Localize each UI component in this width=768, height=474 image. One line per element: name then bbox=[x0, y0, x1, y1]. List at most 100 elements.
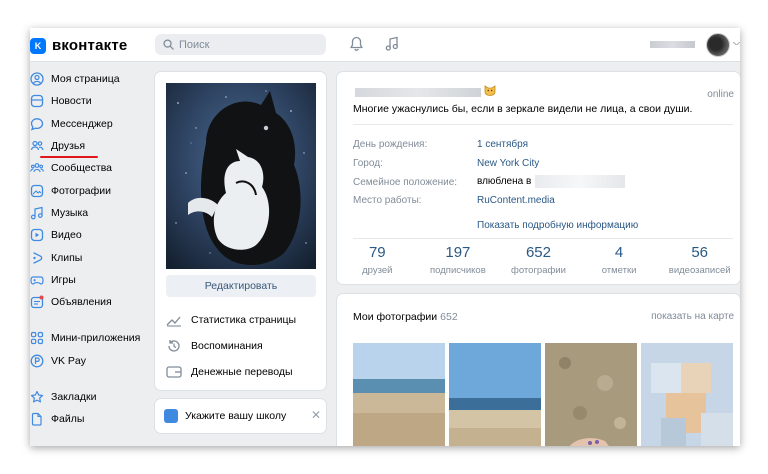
online-status: online bbox=[707, 89, 734, 100]
photos-count: 652 bbox=[440, 311, 458, 323]
nav-messenger[interactable]: Мессенджер bbox=[30, 113, 148, 135]
photo-thumbnail[interactable] bbox=[545, 343, 637, 446]
close-icon[interactable]: ✕ bbox=[311, 408, 321, 422]
profile-photo[interactable] bbox=[166, 83, 316, 269]
photo-thumbnail[interactable] bbox=[353, 343, 445, 446]
chat-icon bbox=[30, 117, 44, 131]
nav-files[interactable]: Файлы bbox=[30, 408, 148, 430]
file-icon bbox=[31, 413, 42, 426]
divider bbox=[353, 238, 733, 239]
nav-friends[interactable]: Друзья bbox=[30, 135, 148, 157]
nav-label: Закладки bbox=[51, 391, 97, 403]
nav-vk-pay[interactable]: VK Pay bbox=[30, 350, 148, 372]
music-icon bbox=[30, 206, 43, 220]
counter-value: 56 bbox=[691, 244, 709, 261]
transfer-icon bbox=[166, 366, 182, 378]
profile-counters: 79 друзей 197 подписчиков 652 фотографии 4 о… bbox=[337, 244, 740, 284]
photo-thumbnail[interactable] bbox=[641, 343, 733, 446]
clips-icon bbox=[33, 251, 43, 264]
nav-separator bbox=[30, 313, 148, 327]
birthday-label: День рождения: bbox=[353, 139, 428, 150]
counter-value: 652 bbox=[525, 244, 551, 261]
nav-mini-apps[interactable]: Мини-приложения bbox=[30, 327, 148, 349]
relationship-text: влюблена в bbox=[477, 176, 532, 188]
counter-friends[interactable]: 79 друзей bbox=[337, 244, 418, 284]
search-box[interactable] bbox=[155, 34, 326, 55]
workplace-value[interactable]: RuContent.media bbox=[477, 195, 555, 206]
nav-my-page[interactable]: Моя страница bbox=[30, 68, 148, 90]
cat-emoji-icon bbox=[484, 85, 496, 96]
nav-label: Фотографии bbox=[51, 184, 112, 197]
money-transfers-link[interactable]: Денежные переводы bbox=[166, 365, 293, 379]
counter-value: 197 bbox=[445, 244, 471, 261]
search-icon bbox=[163, 39, 174, 50]
nav-clips[interactable]: Клипы bbox=[30, 246, 148, 268]
nav-ads[interactable]: Объявления bbox=[30, 291, 148, 313]
nav-label: Клипы bbox=[51, 251, 83, 264]
cat-illustration bbox=[166, 83, 316, 269]
counter-followers[interactable]: 197 подписчиков bbox=[418, 244, 499, 284]
my-photos-card: Мои фотографии 652 показать на карте bbox=[337, 294, 740, 446]
friends-highlight-underline bbox=[40, 156, 98, 158]
nav-communities[interactable]: Сообщества bbox=[30, 157, 148, 179]
relationship-label: Семейное положение: bbox=[353, 177, 458, 188]
counter-photos[interactable]: 652 фотографии bbox=[498, 244, 579, 284]
nav-label: Мини-приложения bbox=[51, 332, 141, 345]
page-stats-link[interactable]: Статистика страницы bbox=[166, 313, 296, 327]
nav-bookmarks[interactable]: Закладки bbox=[30, 386, 148, 408]
school-prompt-card[interactable]: Укажите вашу школу ✕ bbox=[155, 399, 326, 433]
nav-photos[interactable]: Фотографии bbox=[30, 179, 148, 201]
search-input[interactable] bbox=[179, 38, 309, 51]
stats-icon bbox=[166, 316, 181, 327]
bell-icon[interactable] bbox=[349, 36, 364, 52]
communities-icon bbox=[30, 163, 44, 173]
profile-info-card: Многие ужаснулись бы, если в зеркале вид… bbox=[337, 72, 740, 284]
chevron-down-icon[interactable] bbox=[733, 42, 740, 45]
school-prompt-text: Укажите вашу школу bbox=[185, 410, 287, 422]
nav-label: Игры bbox=[51, 273, 76, 286]
status-text[interactable]: Многие ужаснулись бы, если в зеркале вид… bbox=[353, 103, 692, 115]
counter-value: 79 bbox=[368, 244, 386, 261]
video-icon bbox=[30, 229, 44, 242]
music-note-icon[interactable] bbox=[385, 36, 399, 52]
counter-label: отметки bbox=[601, 265, 637, 276]
nav-music[interactable]: Музыка bbox=[30, 202, 148, 224]
counter-tags[interactable]: 4 отметки bbox=[579, 244, 660, 284]
user-avatar[interactable] bbox=[706, 33, 730, 57]
nav-games[interactable]: Игры bbox=[30, 269, 148, 291]
nav-label: Музыка bbox=[51, 206, 89, 219]
vk-logo-text: вконтакте bbox=[52, 37, 128, 54]
memories-icon bbox=[168, 340, 180, 352]
profile-photo-card: Редактировать Статистика страницы Воспом… bbox=[155, 72, 326, 390]
vk-logo[interactable]: K вконтакте bbox=[30, 37, 127, 54]
counter-videos[interactable]: 56 видеозаписей bbox=[659, 244, 740, 284]
show-on-map-link[interactable]: показать на карте bbox=[651, 311, 734, 322]
nav-label: Файлы bbox=[51, 413, 85, 426]
nav-separator bbox=[30, 372, 148, 386]
nav-video[interactable]: Видео bbox=[30, 224, 148, 246]
nav-label: Моя страница bbox=[51, 73, 120, 86]
city-value[interactable]: New York City bbox=[477, 158, 539, 169]
action-label: Статистика страницы bbox=[191, 314, 297, 326]
nav-label: Новости bbox=[51, 95, 92, 108]
show-details-link[interactable]: Показать подробную информацию bbox=[477, 220, 638, 231]
vkpay-icon bbox=[30, 354, 44, 368]
nav-news[interactable]: Новости bbox=[30, 90, 148, 112]
photo-icon bbox=[30, 184, 44, 197]
nav-label: Друзья bbox=[51, 140, 86, 153]
partner-name-blurred[interactable] bbox=[535, 175, 626, 188]
photos-title[interactable]: Мои фотографии 652 bbox=[353, 311, 458, 323]
relationship-value: влюблена в bbox=[477, 175, 626, 188]
action-label: Денежные переводы bbox=[191, 366, 293, 378]
profile-info-column: Многие ужаснулись бы, если в зеркале вид… bbox=[337, 72, 740, 446]
birthday-value[interactable]: 1 сентября bbox=[477, 139, 528, 150]
workplace-label: Место работы: bbox=[353, 195, 422, 206]
photos-title-text: Мои фотографии bbox=[353, 311, 438, 323]
photo-thumbnail[interactable] bbox=[449, 343, 541, 446]
edit-profile-button[interactable]: Редактировать bbox=[166, 275, 316, 297]
counter-label: видеозаписей bbox=[668, 265, 731, 276]
nav-label: Объявления bbox=[51, 296, 112, 309]
memories-link[interactable]: Воспоминания bbox=[166, 339, 263, 353]
nav-label: Видео bbox=[51, 229, 82, 242]
bookmark-icon bbox=[30, 390, 44, 403]
